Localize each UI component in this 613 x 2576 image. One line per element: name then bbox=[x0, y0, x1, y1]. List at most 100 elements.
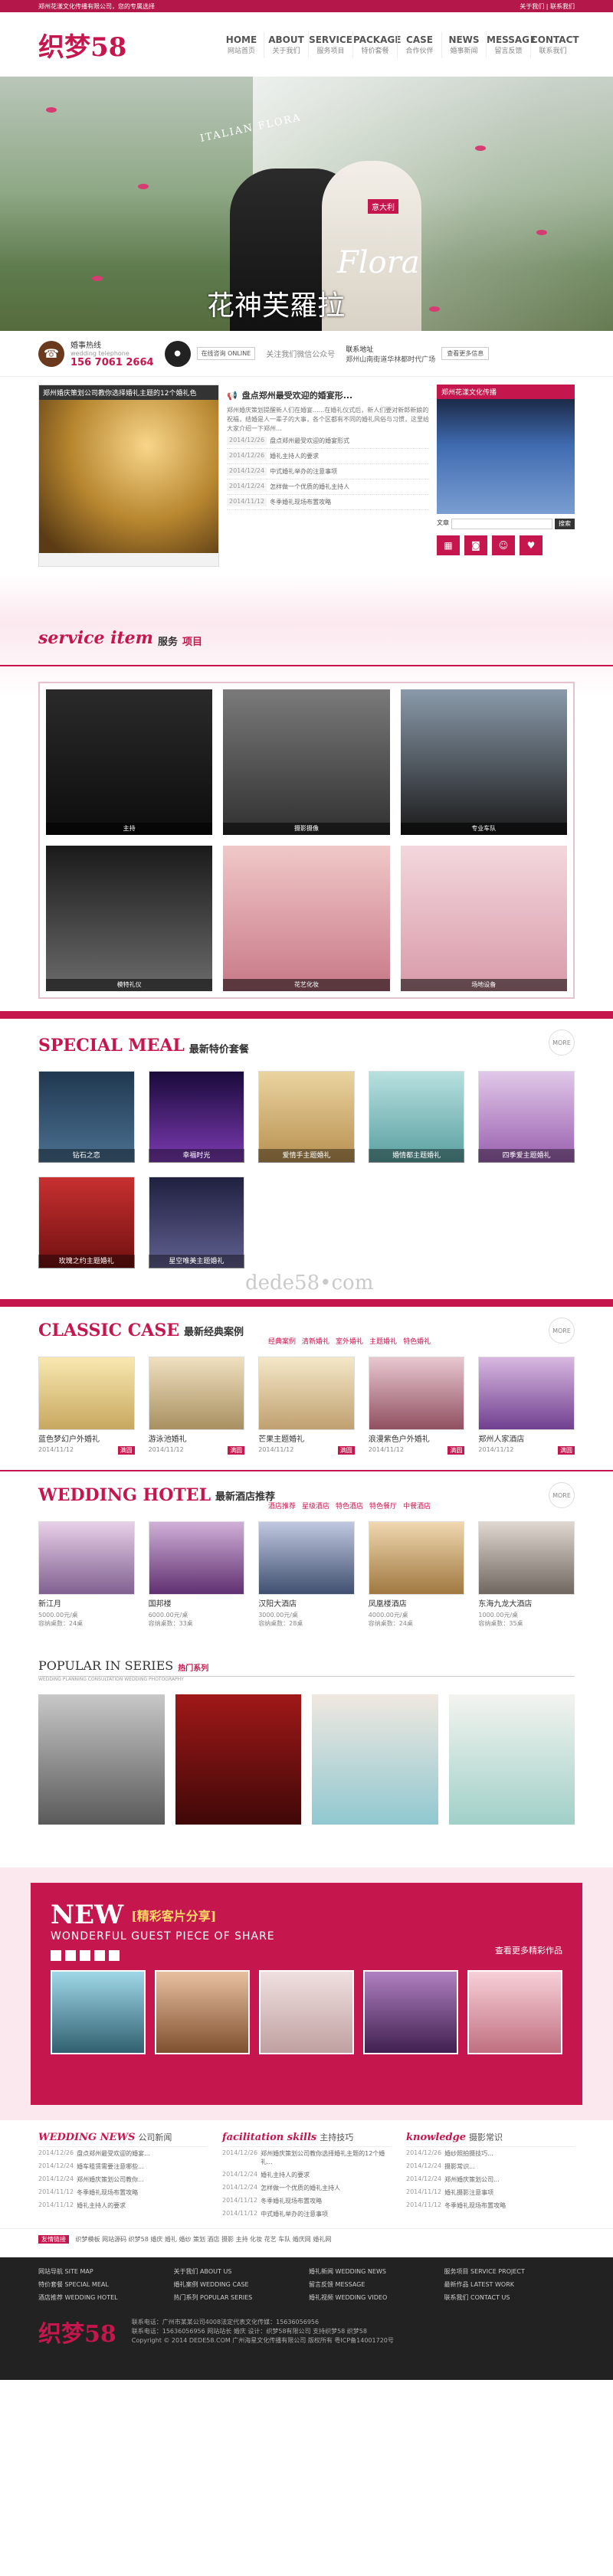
footer-link[interactable]: 特价套餐 SPECIAL MEAL bbox=[38, 2278, 169, 2291]
case-card[interactable]: 蓝色梦幻户外婚礼 2014/11/12 满圆 bbox=[38, 1357, 135, 1455]
tab-hotel[interactable]: 特色餐厅 bbox=[369, 1501, 397, 1511]
nav-package[interactable]: PACKAGE 特价套餐 bbox=[352, 31, 401, 58]
topbar-right[interactable]: 关于我们 | 联系我们 bbox=[520, 2, 575, 11]
hotel-card[interactable]: 凤凰楼酒店 4000.00元/桌 容纳桌数：24桌 bbox=[368, 1521, 465, 1628]
meal-card[interactable]: 四季爱主题婚礼 bbox=[478, 1071, 575, 1163]
footer-link[interactable]: 网站导航 SITE MAP bbox=[38, 2265, 169, 2278]
more-button[interactable]: MORE bbox=[549, 1482, 575, 1508]
nav-case[interactable]: CASE 合作伙伴 bbox=[397, 31, 441, 58]
nav-about[interactable]: ABOUT 关于我们 bbox=[264, 31, 308, 58]
guest-more-link[interactable]: 查看更多精彩作品 bbox=[495, 1944, 562, 1956]
nav-message[interactable]: MESSAGE 留言反馈 bbox=[486, 31, 536, 58]
footer-link[interactable]: 婚礼案例 WEDDING CASE bbox=[174, 2278, 305, 2291]
case-card[interactable]: 游泳池婚礼 2014/11/12 满圆 bbox=[148, 1357, 245, 1455]
nav-contact[interactable]: CONTACT 联系我们 bbox=[530, 31, 579, 58]
popular-card[interactable] bbox=[38, 1694, 165, 1825]
guest-photo[interactable] bbox=[259, 1970, 354, 2054]
list-item[interactable]: 2014/12/24 怎样做一个优质的婚礼主持人 bbox=[222, 2182, 391, 2195]
service-card[interactable]: 专业车队 bbox=[400, 689, 567, 835]
guest-photo[interactable] bbox=[51, 1970, 146, 2054]
meal-card[interactable]: 爱情手主题婚礼 bbox=[258, 1071, 355, 1163]
tab-hotel[interactable]: 中餐酒店 bbox=[403, 1501, 431, 1511]
popular-card[interactable] bbox=[175, 1694, 301, 1825]
list-item[interactable]: 2014/11/12 冬季婚礼现场布置攻略 bbox=[222, 2195, 391, 2208]
list-item[interactable]: 2014/12/24 摄影常识... bbox=[406, 2160, 575, 2173]
list-item[interactable]: 2014/12/24 中式婚礼举办的注意事项 bbox=[227, 464, 429, 480]
calendar-icon[interactable]: ▦ bbox=[437, 535, 460, 555]
news-headline[interactable]: 盘点郑州最受欢迎的婚宴形... bbox=[242, 389, 353, 401]
case-card[interactable]: 浪漫紫色户外婚礼 2014/11/12 满圆 bbox=[368, 1357, 465, 1455]
popular-card[interactable] bbox=[312, 1694, 438, 1825]
tab-case[interactable]: 室外婚礼 bbox=[336, 1336, 363, 1346]
nav-news[interactable]: NEWS 婚事新闻 bbox=[441, 31, 486, 58]
search-button[interactable]: 搜索 bbox=[555, 519, 575, 529]
tab-hotel[interactable]: 特色酒店 bbox=[336, 1501, 363, 1511]
list-item[interactable]: 2014/12/26 婚礼主持人的要求 bbox=[227, 449, 429, 464]
featured-image[interactable]: 郑州婚庆策划公司教你选择婚礼主题的12个婚礼色 bbox=[38, 385, 219, 567]
footer-link[interactable]: 婚礼新闻 WEDDING NEWS bbox=[309, 2265, 440, 2278]
hero-banner[interactable]: ITALIAN FLORA 意大利 Flora 花神芙羅拉 bbox=[0, 77, 613, 331]
site-logo[interactable]: 织梦58 bbox=[38, 26, 126, 64]
footer-logo[interactable]: 织梦58 bbox=[38, 2315, 116, 2349]
list-item[interactable]: 2014/11/12 冬季婚礼现场布置攻略 bbox=[406, 2199, 575, 2212]
list-item[interactable]: 2014/12/26 郑州婚庆策划公司教你选择婚礼主题的12个婚礼... bbox=[222, 2147, 391, 2168]
footer-link[interactable]: 服务项目 SERVICE PROJECT bbox=[444, 2265, 575, 2278]
tab-case[interactable]: 清新婚礼 bbox=[302, 1336, 329, 1346]
service-card[interactable]: 主持 bbox=[46, 689, 213, 835]
list-item[interactable]: 2014/12/26 盘点郑州最受欢迎的婚宴形式 bbox=[227, 434, 429, 449]
meal-card[interactable]: 玫瑰之约主题婚礼 bbox=[38, 1177, 135, 1268]
tab-case[interactable]: 主题婚礼 bbox=[369, 1336, 397, 1346]
share-icon[interactable] bbox=[94, 1950, 105, 1961]
guest-photo[interactable] bbox=[155, 1970, 250, 2054]
share-icon[interactable] bbox=[65, 1950, 76, 1961]
meal-card[interactable]: 婚情都主题婚礼 bbox=[368, 1071, 465, 1163]
links-list[interactable]: 织梦模板 网站源码 织梦58 婚庆 婚礼 婚纱 策划 酒店 摄影 主持 化妆 花… bbox=[76, 2236, 332, 2243]
tab-case[interactable]: 特色婚礼 bbox=[403, 1336, 431, 1346]
list-item[interactable]: 2014/11/12 婚礼主持人的要求 bbox=[38, 2199, 207, 2212]
footer-link[interactable]: 热门系列 POPULAR SERIES bbox=[174, 2291, 305, 2304]
share-icon[interactable] bbox=[51, 1950, 61, 1961]
tab-case[interactable]: 经典案例 bbox=[268, 1336, 296, 1346]
footer-link[interactable]: 酒店推荐 WEDDING HOTEL bbox=[38, 2291, 169, 2304]
hotel-card[interactable]: 国邦楼 6000.00元/桌 容纳桌数：33桌 bbox=[148, 1521, 245, 1628]
more-button[interactable]: MORE bbox=[549, 1317, 575, 1344]
tab-hotel[interactable]: 星级酒店 bbox=[302, 1501, 329, 1511]
online-button[interactable]: 在线咨询 ONLINE bbox=[196, 347, 256, 360]
footer-link[interactable]: 最新作品 LATEST WORK bbox=[444, 2278, 575, 2291]
list-item[interactable]: 2014/12/24 郑州婚庆策划公司... bbox=[406, 2173, 575, 2186]
guest-photo[interactable] bbox=[363, 1970, 458, 2054]
hotel-card[interactable]: 汉阳大酒店 3000.00元/桌 容纳桌数：28桌 bbox=[258, 1521, 355, 1628]
bag-icon[interactable]: ◙ bbox=[464, 535, 487, 555]
meal-card[interactable]: 钻石之恋 bbox=[38, 1071, 135, 1163]
share-icon[interactable] bbox=[109, 1950, 120, 1961]
list-item[interactable]: 2014/12/24 怎样做一个优质的婚礼主持人 bbox=[227, 480, 429, 495]
list-item[interactable]: 2014/12/24 郑州婚庆策划公司教你... bbox=[38, 2173, 207, 2186]
heart-icon[interactable]: ♥ bbox=[520, 535, 543, 555]
nav-service[interactable]: SERVICE 服务项目 bbox=[308, 31, 352, 58]
share-icon[interactable] bbox=[80, 1950, 90, 1961]
list-item[interactable]: 2014/12/24 婚车租赁需要注意哪些... bbox=[38, 2160, 207, 2173]
list-item[interactable]: 2014/11/12 冬季婚礼现场布置攻略 bbox=[38, 2186, 207, 2199]
company-photo[interactable] bbox=[437, 399, 575, 514]
meal-card[interactable]: 幸福时光 bbox=[148, 1071, 245, 1163]
tab-hotel[interactable]: 酒店推荐 bbox=[268, 1501, 296, 1511]
search-input[interactable] bbox=[451, 519, 552, 529]
footer-link[interactable]: 关于我们 ABOUT US bbox=[174, 2265, 305, 2278]
hotel-card[interactable]: 东海九龙大酒店 1000.00元/桌 容纳桌数：35桌 bbox=[478, 1521, 575, 1628]
service-card[interactable]: 场地设备 bbox=[400, 846, 567, 991]
service-card[interactable]: 模特礼仪 bbox=[46, 846, 213, 991]
guest-photo[interactable] bbox=[467, 1970, 562, 2054]
footer-link[interactable]: 联系我们 CONTACT US bbox=[444, 2291, 575, 2304]
hotel-card[interactable]: 新江月 5000.00元/桌 容纳桌数：24桌 bbox=[38, 1521, 135, 1628]
footer-link[interactable]: 留言反馈 MESSAGE bbox=[309, 2278, 440, 2291]
nav-home[interactable]: HOME 网站首页 bbox=[219, 31, 264, 58]
more-button[interactable]: MORE bbox=[549, 1029, 575, 1056]
list-item[interactable]: 2014/12/26 婚纱照拍摄技巧... bbox=[406, 2147, 575, 2160]
service-card[interactable]: 花艺化妆 bbox=[223, 846, 390, 991]
meal-card[interactable]: 星空唯美主题婚礼 bbox=[148, 1177, 245, 1268]
case-card[interactable]: 郑州人家酒店 2014/11/12 满圆 bbox=[478, 1357, 575, 1455]
list-item[interactable]: 2014/11/12 婚礼摄影注意事项 bbox=[406, 2186, 575, 2199]
list-item[interactable]: 2014/12/26 盘点郑州最受欢迎的婚宴... bbox=[38, 2147, 207, 2160]
address-more-button[interactable]: 查看更多信息 bbox=[441, 347, 490, 360]
list-item[interactable]: 2014/11/12 冬季婚礼现场布置攻略 bbox=[227, 495, 429, 510]
